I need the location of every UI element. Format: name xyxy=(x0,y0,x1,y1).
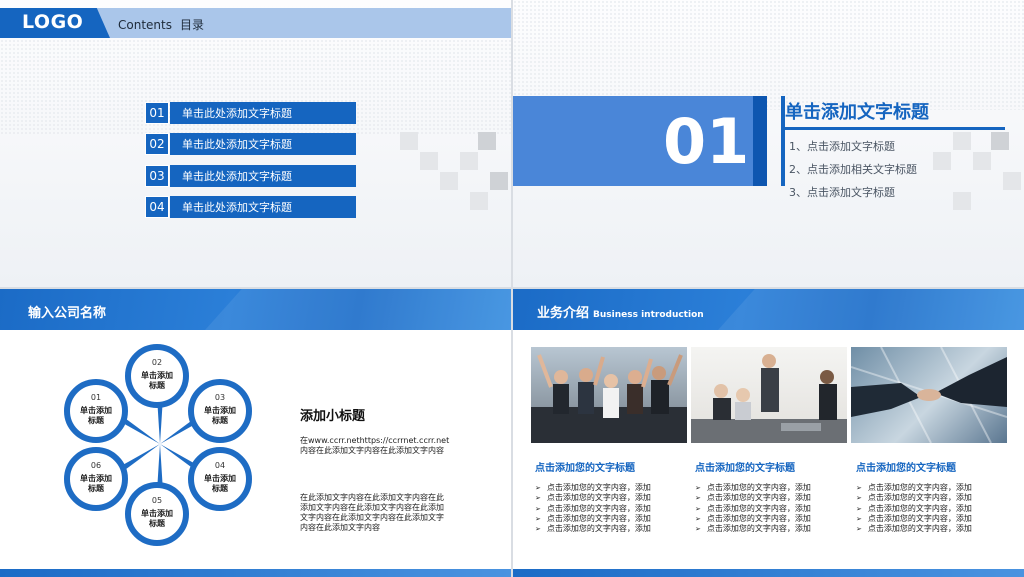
section-item[interactable]: 1、点击添加文字标题 xyxy=(789,138,895,154)
petal-number: 04 xyxy=(214,461,226,470)
petal-number: 05 xyxy=(151,496,163,505)
petal-04[interactable]: 04 单击添加标题 xyxy=(188,447,252,511)
banner-subtitle: Business introduction xyxy=(593,310,704,320)
toc-label: 单击此处添加文字标题 xyxy=(170,165,356,187)
toc-label: 单击此处添加文字标题 xyxy=(170,196,356,218)
toc-number: 04 xyxy=(145,196,169,218)
toc-item-4[interactable]: 04 单击此处添加文字标题 xyxy=(145,196,356,218)
deco-square xyxy=(440,172,458,190)
banner-title: 输入公司名称 xyxy=(28,306,107,321)
bullet-item[interactable]: 点击添加您的文字内容，添加 xyxy=(695,514,811,524)
deco-square xyxy=(400,132,418,150)
petal-03[interactable]: 03 单击添加标题 xyxy=(188,379,252,443)
bullet-item[interactable]: 点击添加您的文字内容，添加 xyxy=(695,524,811,534)
deco-square xyxy=(953,192,971,210)
contents-en: Contents xyxy=(118,18,172,32)
world-map-pattern xyxy=(513,0,1024,110)
title-underline xyxy=(781,127,1005,130)
toc-number: 02 xyxy=(145,133,169,155)
petal-05[interactable]: 05 单击添加标题 xyxy=(125,482,189,546)
section-item[interactable]: 3、点击添加文字标题 xyxy=(789,184,895,200)
section-title[interactable]: 单击添加文字标题 xyxy=(785,98,929,124)
logo: LOGO xyxy=(22,11,84,33)
petal-number: 02 xyxy=(151,358,163,367)
deco-square xyxy=(933,152,951,170)
bullet-item[interactable]: 点击添加您的文字内容，添加 xyxy=(535,514,651,524)
column-bullets-3: 点击添加您的文字内容，添加 点击添加您的文字内容，添加 点击添加您的文字内容，添… xyxy=(856,483,972,534)
toc-item-1[interactable]: 01 单击此处添加文字标题 xyxy=(145,102,356,124)
deco-square xyxy=(460,152,478,170)
bottom-bar xyxy=(0,569,511,577)
bullet-item[interactable]: 点击添加您的文字内容，添加 xyxy=(535,524,651,534)
deco-square xyxy=(470,192,488,210)
slide-company[interactable]: 输入公司名称 02 单击添加标题 01 单击添加标题 03 单击添加标题 06 … xyxy=(0,289,511,577)
bullet-item[interactable]: 点击添加您的文字内容，添加 xyxy=(856,493,972,503)
petal-label: 单击添加标题 xyxy=(141,509,173,528)
toc-label: 单击此处添加文字标题 xyxy=(170,133,356,155)
bullet-item[interactable]: 点击添加您的文字内容，添加 xyxy=(535,483,651,493)
petal-label: 单击添加标题 xyxy=(80,406,112,425)
column-title-2[interactable]: 点击添加您的文字标题 xyxy=(695,459,795,474)
slide-business[interactable]: 业务介绍 Business introduction 点击添加您的文字标题 点击… xyxy=(513,289,1024,577)
bullet-item[interactable]: 点击添加您的文字内容，添加 xyxy=(856,483,972,493)
petal-02[interactable]: 02 单击添加标题 xyxy=(125,344,189,408)
petal-label: 单击添加标题 xyxy=(204,474,236,493)
bullet-item[interactable]: 点击添加您的文字内容，添加 xyxy=(856,524,972,534)
column-bullets-2: 点击添加您的文字内容，添加 点击添加您的文字内容，添加 点击添加您的文字内容，添… xyxy=(695,483,811,534)
team-celebration-illustration xyxy=(531,354,687,443)
toc-item-3[interactable]: 03 单击此处添加文字标题 xyxy=(145,165,356,187)
handshake-photo xyxy=(851,347,1007,443)
bullet-item[interactable]: 点击添加您的文字内容，添加 xyxy=(535,504,651,514)
bullet-item[interactable]: 点击添加您的文字内容，添加 xyxy=(695,483,811,493)
subtitle[interactable]: 添加小标题 xyxy=(300,405,365,424)
slide-section[interactable]: 01 单击添加文字标题 1、点击添加文字标题 2、点击添加相关文字标题 3、点击… xyxy=(513,0,1024,287)
bullet-item[interactable]: 点击添加您的文字内容，添加 xyxy=(856,504,972,514)
bullet-item[interactable]: 点击添加您的文字内容，添加 xyxy=(535,493,651,503)
number-panel-edge xyxy=(753,96,767,186)
deco-square xyxy=(478,132,496,150)
meeting-illustration xyxy=(691,354,847,443)
section-number: 01 xyxy=(663,105,750,178)
banner-title: 业务介绍 Business introduction xyxy=(537,302,704,321)
toc-label: 单击此处添加文字标题 xyxy=(170,102,356,124)
paragraph-2[interactable]: 在此添加文字内容在此添加文字内容在此添加文字内容在此添加文字内容在此添加文字内容… xyxy=(300,493,450,533)
column-title-3[interactable]: 点击添加您的文字标题 xyxy=(856,459,956,474)
bottom-bar xyxy=(513,569,1024,577)
deco-square xyxy=(1003,172,1021,190)
petal-label: 单击添加标题 xyxy=(141,371,173,390)
deco-square xyxy=(973,152,991,170)
contents-zh: 目录 xyxy=(179,18,204,32)
section-item[interactable]: 2、点击添加相关文字标题 xyxy=(789,161,917,177)
bullet-item[interactable]: 点击添加您的文字内容，添加 xyxy=(856,514,972,524)
banner-title-zh: 业务介绍 xyxy=(537,306,590,321)
petal-01[interactable]: 01 单击添加标题 xyxy=(64,379,128,443)
paragraph-1[interactable]: 在www.ccrr.nethttps://ccrrnet.ccrr.net内容在… xyxy=(300,436,450,456)
toc-number: 03 xyxy=(145,165,169,187)
toc-number: 01 xyxy=(145,102,169,124)
deco-square xyxy=(953,132,971,150)
meeting-photo xyxy=(691,347,847,443)
petal-label: 单击添加标题 xyxy=(204,406,236,425)
column-title-1[interactable]: 点击添加您的文字标题 xyxy=(535,459,635,474)
deco-square xyxy=(490,172,508,190)
petal-number: 01 xyxy=(90,393,102,402)
slide-contents[interactable]: LOGO Contents 目录 01 单击此处添加文字标题 02 单击此处添加文… xyxy=(0,0,511,287)
petal-06[interactable]: 06 单击添加标题 xyxy=(64,447,128,511)
bullet-item[interactable]: 点击添加您的文字内容，添加 xyxy=(695,493,811,503)
contents-heading: Contents 目录 xyxy=(118,16,204,33)
petal-number: 06 xyxy=(90,461,102,470)
toc-item-2[interactable]: 02 单击此处添加文字标题 xyxy=(145,133,356,155)
deco-square xyxy=(420,152,438,170)
petal-number: 03 xyxy=(214,393,226,402)
team-celebration-photo xyxy=(531,347,687,443)
deco-square xyxy=(991,132,1009,150)
column-bullets-1: 点击添加您的文字内容，添加 点击添加您的文字内容，添加 点击添加您的文字内容，添… xyxy=(535,483,651,534)
handshake-illustration xyxy=(851,347,1007,443)
petal-label: 单击添加标题 xyxy=(80,474,112,493)
bullet-item[interactable]: 点击添加您的文字内容，添加 xyxy=(695,504,811,514)
